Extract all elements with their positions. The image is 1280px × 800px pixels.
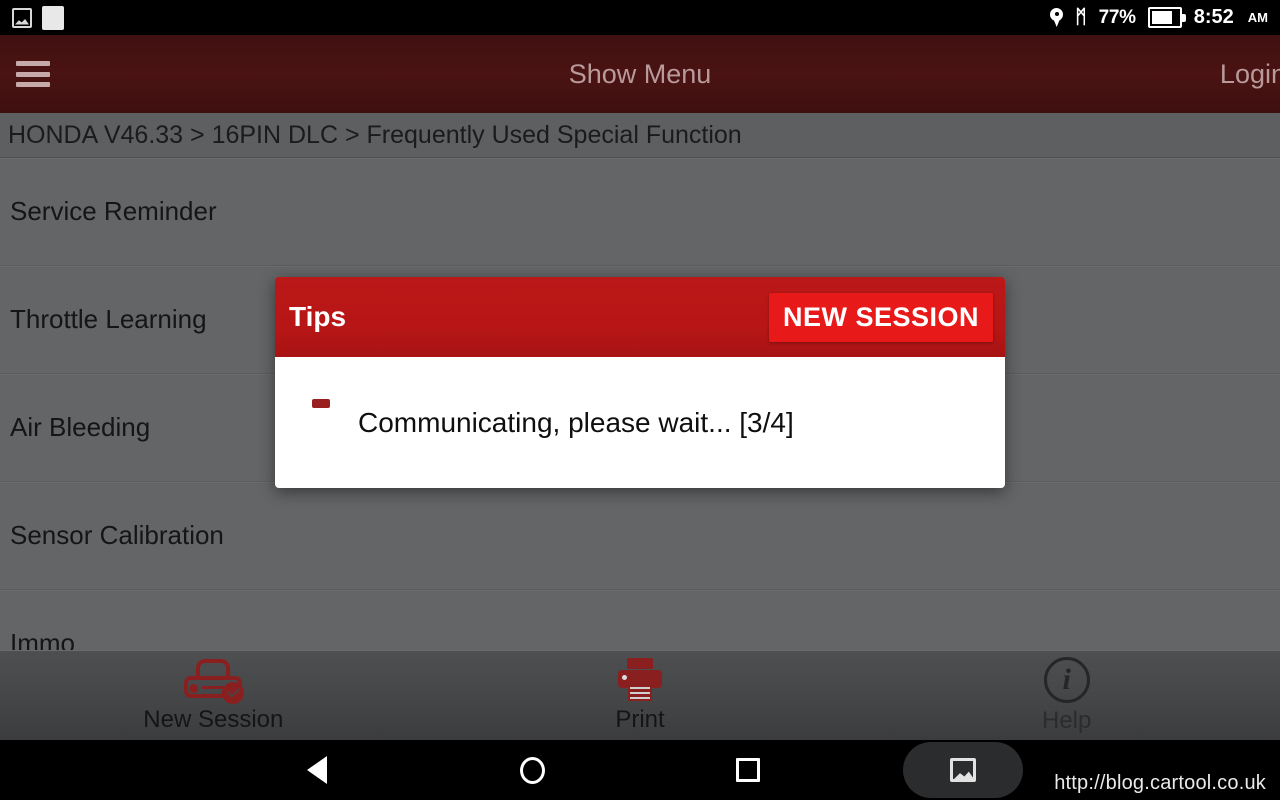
device-screen: ᛗ 77% 8:52 AM Show Menu Login HONDA V46.…	[0, 0, 1280, 800]
screenshot-button[interactable]	[903, 742, 1023, 798]
screenshot-image-icon	[950, 758, 976, 782]
dialog-title: Tips	[289, 301, 347, 332]
home-circle-icon[interactable]	[487, 740, 577, 800]
modal-scrim: Tips NEW SESSION Communicating, please w…	[0, 0, 1280, 800]
watermark-url: http://blog.cartool.co.uk	[1054, 772, 1266, 794]
dialog-message: Communicating, please wait... [3/4]	[358, 406, 794, 438]
recents-square-icon[interactable]	[703, 740, 793, 800]
loading-spinner-icon	[312, 397, 330, 409]
tips-dialog: Tips NEW SESSION Communicating, please w…	[275, 277, 1005, 488]
back-triangle-icon[interactable]	[272, 740, 362, 800]
dialog-body: Communicating, please wait... [3/4]	[275, 357, 1005, 488]
new-session-button[interactable]: NEW SESSION	[768, 292, 993, 342]
dialog-header: Tips NEW SESSION	[275, 277, 1005, 357]
